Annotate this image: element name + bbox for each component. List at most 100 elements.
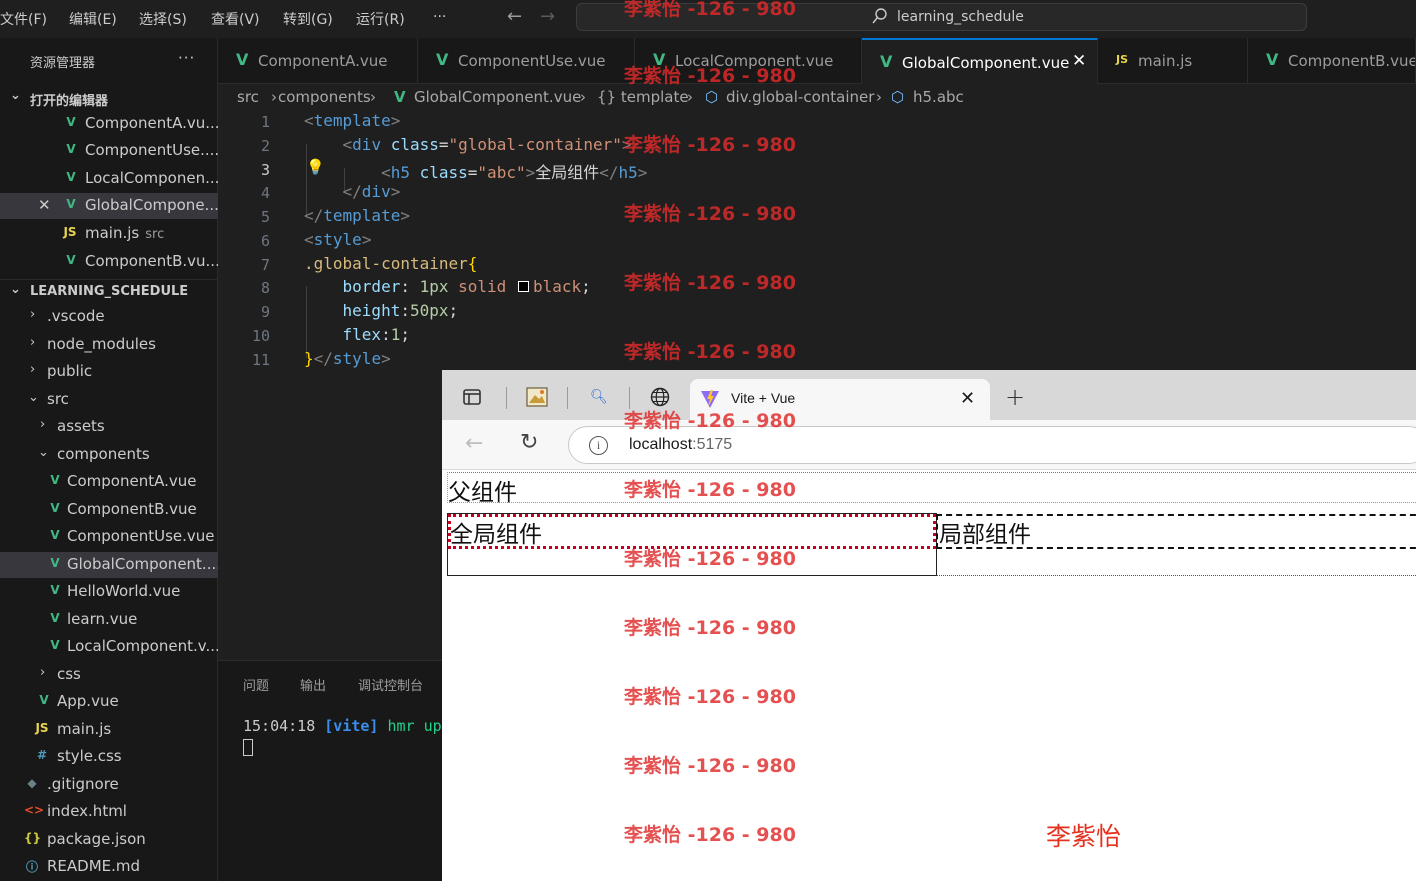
tab-problems[interactable]: 问题	[243, 675, 269, 694]
tab-label: main.js	[1138, 52, 1193, 70]
breadcrumb-item[interactable]: div.global-container	[726, 88, 874, 106]
tree-file[interactable]: JS main.js	[0, 717, 218, 743]
local-component-title: 局部组件	[939, 522, 1031, 548]
info-icon[interactable]: i	[589, 436, 608, 455]
code-line: <template>	[304, 111, 401, 130]
globe-icon[interactable]	[650, 387, 670, 409]
chevron-down-icon: ⌄	[38, 445, 49, 460]
command-center-search[interactable]: learning_schedule	[576, 3, 1307, 31]
menu-file[interactable]: 文件(F)	[0, 9, 47, 29]
code-line: .global-container{	[304, 254, 478, 273]
nav-back-icon[interactable]: ←	[507, 6, 522, 27]
tab-componenta[interactable]: V ComponentA.vue	[218, 38, 418, 84]
tree-file[interactable]: V LocalComponent.v...	[0, 634, 218, 660]
code-line: flex:1;	[342, 325, 410, 344]
close-icon[interactable]: ✕	[38, 196, 51, 214]
tab-debug-console[interactable]: 调试控制台	[358, 675, 423, 694]
tree-folder[interactable]: ⌄ components	[0, 442, 218, 468]
tree-folder[interactable]: › .vscode	[0, 304, 218, 330]
open-editor-item[interactable]: JS main.js src	[0, 221, 218, 247]
tree-folder[interactable]: › css	[0, 662, 218, 688]
nav-forward-icon[interactable]: →	[540, 6, 555, 27]
chevron-right-icon: ›	[30, 335, 36, 350]
tree-file[interactable]: ◆ .gitignore	[0, 772, 218, 798]
element-cube-icon: ⬡	[705, 88, 719, 106]
tree-folder[interactable]: › public	[0, 359, 218, 385]
tree-label: README.md	[47, 857, 141, 875]
tab-componentuse[interactable]: V ComponentUse.vue	[418, 38, 635, 84]
tree-folder[interactable]: › node_modules	[0, 332, 218, 358]
search-icon[interactable]: 🔍︎	[590, 389, 608, 411]
tree-label: LocalComponent.v...	[67, 637, 218, 655]
breadcrumb-item[interactable]: GlobalComponent.vue	[414, 88, 581, 106]
tree-file[interactable]: <> index.html	[0, 799, 218, 825]
tab-actions-icon[interactable]	[462, 387, 482, 409]
browser-tab-active[interactable]: Vite + Vue ✕	[690, 379, 990, 420]
breadcrumb-item[interactable]: {} template	[597, 88, 689, 106]
tab-componentb[interactable]: V ComponentB.vue	[1248, 38, 1416, 84]
project-header[interactable]: ⌄ LEARNING_SCHEDULE	[0, 279, 218, 303]
html-icon: <>	[24, 803, 45, 817]
close-icon[interactable]: ✕	[1072, 51, 1086, 71]
chevron-down-icon: ⌄	[10, 282, 21, 297]
tab-localcomponent[interactable]: V LocalComponent.vue	[635, 38, 862, 84]
terminal-tag: [vite]	[324, 717, 379, 735]
menu-edit[interactable]: 编辑(E)	[69, 9, 117, 29]
tree-folder[interactable]: ⌄ src	[0, 387, 218, 413]
line-number: 3	[260, 161, 270, 179]
tree-file[interactable]: V ComponentUse.vue	[0, 524, 218, 550]
new-tab-plus-icon[interactable]: +	[1005, 383, 1025, 411]
open-editor-item[interactable]: V ComponentUse....	[0, 138, 218, 164]
tree-file[interactable]: # style.css	[0, 744, 218, 770]
menu-selection[interactable]: 选择(S)	[139, 9, 187, 29]
js-icon: JS	[35, 721, 49, 735]
open-editor-item-active[interactable]: ✕ V GlobalCompone...	[0, 193, 218, 219]
pinned-tab-image-icon[interactable]	[526, 387, 548, 409]
color-swatch[interactable]	[517, 281, 529, 292]
element-cube-icon: ⬡	[891, 88, 905, 106]
reload-icon[interactable]: ↻	[520, 430, 538, 455]
open-editors-header[interactable]: ⌄ 打开的编辑器	[0, 86, 218, 110]
tree-file-selected[interactable]: V GlobalComponent....	[0, 552, 218, 578]
line-number: 10	[251, 327, 270, 345]
explorer-more-button[interactable]: ···	[178, 49, 195, 67]
breadcrumb-item[interactable]: src	[237, 88, 259, 106]
tree-file[interactable]: V HelloWorld.vue	[0, 579, 218, 605]
close-icon[interactable]: ✕	[960, 388, 975, 409]
vite-logo-icon	[701, 390, 719, 408]
line-number: 11	[251, 351, 270, 369]
breadcrumb-item[interactable]: components	[278, 88, 371, 106]
chevron-right-icon: ›	[271, 88, 277, 106]
open-editor-item[interactable]: V ComponentA.vu...	[0, 111, 218, 137]
tab-output[interactable]: 输出	[300, 675, 326, 694]
terminal-output[interactable]: 15:04:18 [vite] hmr up	[243, 717, 442, 735]
browser-tab-bar: 🔍︎ Vite + Vue ✕ +	[442, 370, 1416, 420]
git-icon: ◆	[27, 776, 37, 790]
tree-file[interactable]: V learn.vue	[0, 607, 218, 633]
line-number: 9	[260, 303, 270, 321]
back-arrow-icon[interactable]: ←	[465, 431, 483, 456]
chevron-right-icon: ›	[30, 307, 36, 322]
tree-label: learn.vue	[67, 610, 138, 628]
open-editor-label: LocalComponen...	[85, 169, 218, 187]
open-editor-item[interactable]: V ComponentB.vu...	[0, 249, 218, 275]
menu-more[interactable]: ···	[433, 9, 446, 25]
tab-globalcomponent[interactable]: V GlobalComponent.vue ✕	[862, 38, 1098, 84]
tree-file[interactable]: ⓘ README.md	[0, 854, 218, 880]
tree-folder[interactable]: › assets	[0, 414, 218, 440]
tree-file[interactable]: V ComponentA.vue	[0, 469, 218, 495]
url-host: localhost	[629, 436, 693, 453]
menu-go[interactable]: 转到(G)	[283, 9, 333, 29]
url-input[interactable]: i localhost:5175	[568, 426, 1416, 464]
open-editor-item[interactable]: V LocalComponen...	[0, 166, 218, 192]
breadcrumb-item[interactable]: h5.abc	[913, 88, 964, 106]
tree-file[interactable]: {} package.json	[0, 827, 218, 853]
menu-run[interactable]: 运行(R)	[356, 9, 405, 29]
menu-view[interactable]: 查看(V)	[211, 9, 260, 29]
chevron-right-icon: ›	[687, 88, 693, 106]
tree-file[interactable]: V ComponentB.vue	[0, 497, 218, 523]
editor-tabs: V ComponentA.vue V ComponentUse.vue V Lo…	[218, 38, 1416, 84]
tab-mainjs[interactable]: JS main.js	[1098, 38, 1248, 84]
tree-file[interactable]: V App.vue	[0, 689, 218, 715]
vue-icon: V	[50, 611, 60, 625]
